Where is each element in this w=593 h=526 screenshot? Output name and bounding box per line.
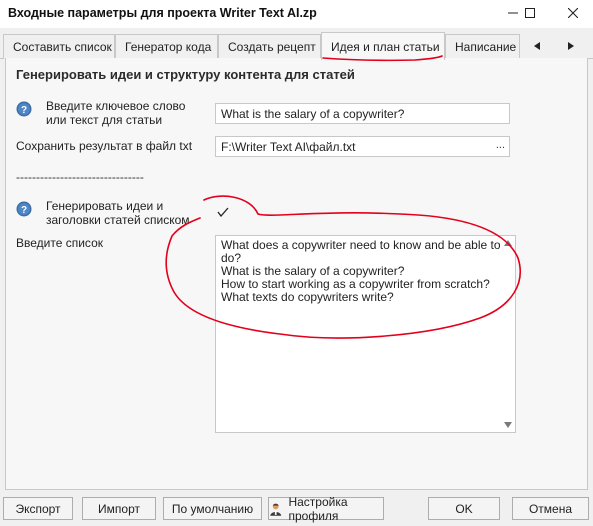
list-line: What does a copywriter need to know and … — [221, 238, 501, 252]
arrow-right-icon — [568, 42, 574, 50]
save-file-input[interactable]: F:\Writer Text AI\файл.txt ... — [215, 136, 510, 157]
tab-article-idea-plan[interactable]: Идея и план статьи — [321, 32, 445, 60]
dialog-window: Входные параметры для проекта Writer Tex… — [0, 0, 593, 526]
window-title: Входные параметры для проекта Writer Tex… — [8, 6, 317, 20]
generate-list-checkbox[interactable] — [212, 203, 234, 221]
maximize-button[interactable] — [510, 0, 550, 26]
tab-label: Составить список — [13, 40, 112, 54]
list-label: Введите список — [16, 236, 103, 250]
section-title: Генерировать идеи и структуру контента д… — [16, 67, 355, 82]
scroll-up-arrow-icon[interactable] — [504, 240, 512, 246]
help-icon[interactable]: ? — [16, 101, 32, 117]
export-button[interactable]: Экспорт — [3, 497, 73, 520]
cancel-button[interactable]: Отмена — [512, 497, 589, 520]
tab-code-generator[interactable]: Генератор кода — [115, 34, 218, 59]
user-profile-icon — [270, 503, 282, 516]
profile-settings-label: Настройка профиля — [288, 494, 348, 523]
list-content: What does a copywriter need to know and … — [221, 239, 503, 304]
tab-scroll-left-button[interactable] — [522, 34, 552, 58]
tab-label: Создать рецепт — [228, 40, 316, 54]
svg-text:?: ? — [21, 205, 27, 216]
profile-settings-button[interactable]: Настройка профиля — [268, 494, 384, 523]
close-icon — [568, 8, 578, 18]
separator-line: -------------------------------- — [16, 170, 144, 184]
tab-label: Идея и план статьи — [331, 39, 440, 54]
svg-text:?: ? — [21, 105, 27, 116]
maximize-icon — [525, 8, 535, 18]
list-line: What texts do copywriters write? — [221, 290, 394, 304]
generate-list-label: Генерировать идеи и заголовки статей спи… — [46, 199, 190, 227]
tab-label: Генератор кода — [125, 40, 212, 54]
ok-button[interactable]: OK — [428, 497, 500, 520]
tab-scroll-right-button[interactable] — [556, 34, 586, 58]
defaults-button[interactable]: По умолчанию — [163, 497, 262, 520]
checkmark-icon — [217, 207, 229, 217]
keyword-input[interactable]: What is the salary of a copywriter? — [215, 103, 510, 124]
save-file-path: F:\Writer Text AI\файл.txt — [221, 140, 356, 154]
title-bar: Входные параметры для проекта Writer Tex… — [0, 0, 593, 28]
tab-create-recipe[interactable]: Создать рецепт — [218, 34, 321, 59]
keyword-label: Введите ключевое слово или текст для ста… — [46, 99, 186, 127]
scroll-down-arrow-icon[interactable] — [504, 422, 512, 428]
tab-label: Написание ст — [455, 40, 519, 54]
import-button[interactable]: Импорт — [82, 497, 156, 520]
tab-article-writing[interactable]: Написание ст — [445, 34, 520, 59]
browse-button[interactable]: ... — [496, 139, 505, 151]
arrow-left-icon — [534, 42, 540, 50]
save-file-label: Сохранить результат в файл txt — [16, 139, 193, 153]
list-textarea[interactable]: What does a copywriter need to know and … — [215, 235, 516, 433]
close-button[interactable] — [553, 0, 593, 26]
settings-panel: Генерировать идеи и структуру контента д… — [5, 58, 588, 490]
help-icon[interactable]: ? — [16, 201, 32, 217]
tab-bar: Составить список Генератор кода Создать … — [0, 32, 593, 60]
tab-compose-list[interactable]: Составить список — [3, 34, 115, 59]
